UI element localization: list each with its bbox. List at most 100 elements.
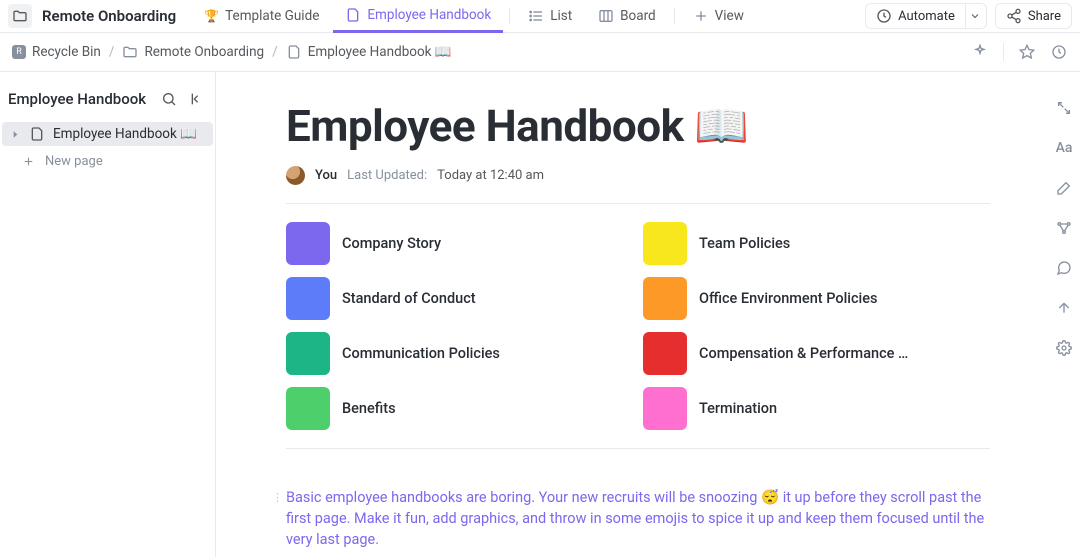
tab-template-guide[interactable]: 🏆 Template Guide <box>192 0 331 33</box>
folder-icon <box>122 44 138 60</box>
chevron-down-icon <box>969 10 981 22</box>
settings-button[interactable] <box>1054 338 1074 358</box>
divider <box>674 8 675 24</box>
sidebar-item-handbook[interactable]: Employee Handbook 📖 <box>2 122 213 146</box>
document: Employee Handbook 📖 You Last Updated: To… <box>286 72 990 550</box>
card-grid: Company Story Team Policies Standard of Co… <box>286 222 990 449</box>
divider <box>1003 43 1004 61</box>
card-swatch <box>286 332 330 375</box>
card-7[interactable]: Termination <box>643 387 990 430</box>
breadcrumb: R Recycle Bin / Remote Onboarding / Empl… <box>0 33 1080 72</box>
expand-button[interactable] <box>1054 98 1074 118</box>
right-rail: Aa <box>1048 98 1080 358</box>
history-button[interactable] <box>1050 43 1068 61</box>
card-swatch <box>643 332 687 375</box>
tab-employee-handbook[interactable]: Employee Handbook <box>333 0 503 33</box>
card-6[interactable]: Benefits <box>286 387 633 430</box>
topbar-right: Automate Share <box>865 3 1072 29</box>
breadcrumb-remote-onboarding[interactable]: Remote Onboarding <box>122 44 264 60</box>
workspace-name: Remote Onboarding <box>42 7 176 25</box>
share-icon <box>1006 8 1022 24</box>
sidebar-new-page[interactable]: New page <box>0 146 215 173</box>
card-swatch <box>286 277 330 320</box>
card-1[interactable]: Team Policies <box>643 222 990 265</box>
breadcrumb-recycle-bin[interactable]: R Recycle Bin <box>12 44 101 60</box>
author-label: You <box>315 168 337 183</box>
send-icon <box>1056 300 1072 316</box>
card-swatch <box>643 387 687 430</box>
sidebar-title-row: Employee Handbook <box>0 90 215 122</box>
body-paragraph[interactable]: ⋮⋮ Basic employee handbooks are boring. … <box>286 487 990 550</box>
main: Employee Handbook Employee Handbook 📖 Ne… <box>0 72 1080 557</box>
automate-button[interactable]: Automate <box>865 3 966 29</box>
card-label: Communication Policies <box>342 345 500 362</box>
card-swatch <box>286 387 330 430</box>
plus-icon <box>22 155 35 168</box>
card-3[interactable]: Office Environment Policies <box>643 277 990 320</box>
sidebar-item-label: Employee Handbook 📖 <box>53 126 197 142</box>
breadcrumb-current[interactable]: Employee Handbook 📖 <box>286 44 452 60</box>
ai-button[interactable] <box>1054 178 1074 198</box>
star-button[interactable] <box>1018 43 1036 61</box>
automate-icon <box>876 8 892 24</box>
folder-icon <box>12 8 28 24</box>
card-swatch <box>643 222 687 265</box>
recycle-icon: R <box>12 45 26 59</box>
tab-board[interactable]: Board <box>586 0 668 33</box>
clock-icon <box>1051 44 1067 60</box>
content-area: Aa Employee Handbook 📖 You Last Updated:… <box>216 72 1080 557</box>
card-0[interactable]: Company Story <box>286 222 633 265</box>
relations-button[interactable] <box>1054 218 1074 238</box>
sidebar: Employee Handbook Employee Handbook 📖 Ne… <box>0 72 216 557</box>
card-label: Team Policies <box>699 235 790 252</box>
tab-list[interactable]: List <box>516 0 584 33</box>
avatar[interactable] <box>286 166 305 185</box>
card-label: Office Environment Policies <box>699 290 877 307</box>
drag-handle-icon[interactable]: ⋮⋮ <box>272 490 292 506</box>
plus-icon <box>693 8 709 24</box>
card-2[interactable]: Standard of Conduct <box>286 277 633 320</box>
card-label: Company Story <box>342 235 441 252</box>
card-label: Termination <box>699 400 777 417</box>
nodes-icon <box>1056 220 1072 236</box>
folder-button[interactable] <box>8 4 32 28</box>
tab-add-view[interactable]: View <box>681 0 756 33</box>
updated-label: Last Updated: <box>347 168 427 183</box>
list-icon <box>528 8 544 24</box>
breadcrumb-separator: / <box>272 44 278 60</box>
gear-icon <box>1056 340 1072 356</box>
card-label: Benefits <box>342 400 396 417</box>
sparkle-button[interactable] <box>971 43 989 61</box>
typography-button[interactable]: Aa <box>1054 138 1074 158</box>
star-icon <box>1019 44 1035 60</box>
card-label: Standard of Conduct <box>342 290 476 307</box>
automate-chevron[interactable] <box>965 3 987 29</box>
collapse-icon[interactable] <box>189 91 205 107</box>
breadcrumb-actions <box>971 43 1068 61</box>
doc-icon <box>29 126 45 142</box>
share-rail-button[interactable] <box>1054 298 1074 318</box>
topbar: Remote Onboarding 🏆 Template Guide Emplo… <box>0 0 1080 33</box>
sparkle-icon <box>972 44 988 60</box>
share-button[interactable]: Share <box>995 3 1072 29</box>
updated-value: Today at 12:40 am <box>437 168 544 183</box>
expand-icon <box>1056 100 1072 116</box>
sidebar-title: Employee Handbook <box>8 90 146 108</box>
divider <box>509 8 510 24</box>
wand-icon <box>1056 180 1072 196</box>
doc-icon <box>286 44 302 60</box>
card-4[interactable]: Communication Policies <box>286 332 633 375</box>
card-label: Compensation & Performance Re... <box>699 345 909 362</box>
comments-button[interactable] <box>1054 258 1074 278</box>
page-title[interactable]: Employee Handbook 📖 <box>286 100 990 152</box>
chevron-right-icon <box>10 129 21 140</box>
card-swatch <box>286 222 330 265</box>
trophy-icon: 🏆 <box>204 9 219 23</box>
card-5[interactable]: Compensation & Performance Re... <box>643 332 990 375</box>
doc-icon <box>345 7 361 23</box>
breadcrumb-separator: / <box>109 44 115 60</box>
doc-meta: You Last Updated: Today at 12:40 am <box>286 166 990 204</box>
chat-icon <box>1056 260 1072 276</box>
search-icon[interactable] <box>161 91 177 107</box>
board-icon <box>598 8 614 24</box>
